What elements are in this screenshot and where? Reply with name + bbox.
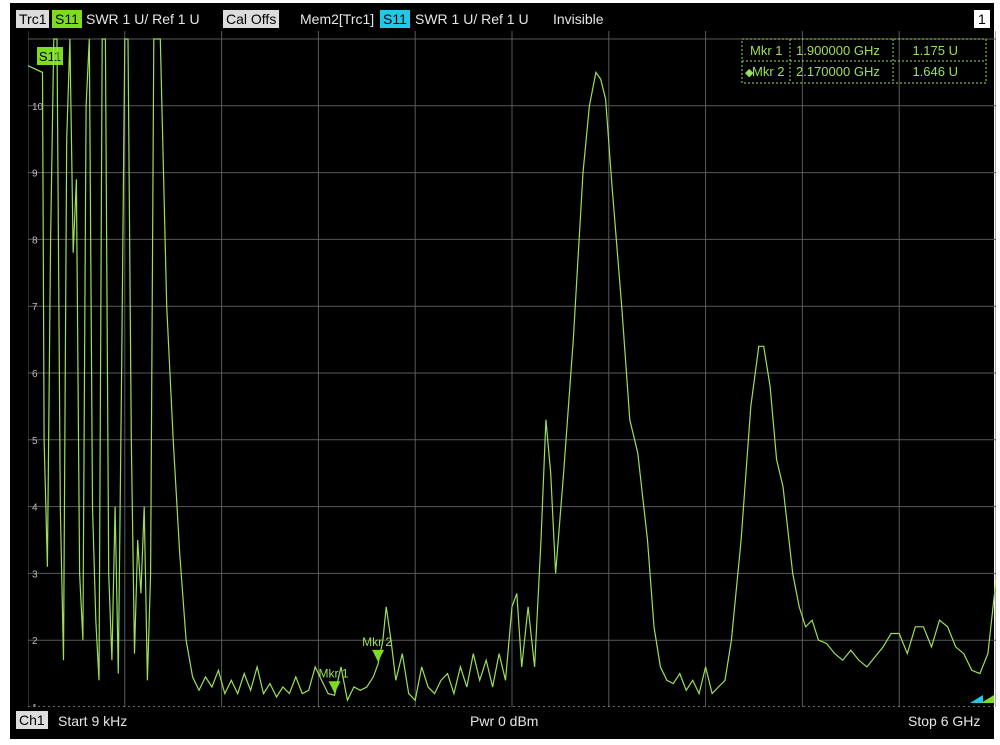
marker-info-freq: 1.900000 GHz xyxy=(796,43,880,58)
mem-label-text: Mem2[Trc1] xyxy=(300,11,375,27)
y-tick-label: 2 xyxy=(32,636,38,647)
marker-layer: Mkr 1 Mkr 2 xyxy=(319,635,392,694)
y-tick-label: 9 xyxy=(32,169,38,180)
y-tick-labels: 10 9 8 7 6 5 4 3 2 1 xyxy=(32,102,44,707)
trace-param-badge[interactable]: S11 xyxy=(52,10,82,28)
y-tick-label: 4 xyxy=(32,503,38,514)
marker-info-name: Mkr 1 xyxy=(750,43,783,58)
source-power[interactable]: Pwr 0 dBm xyxy=(470,711,538,731)
marker-info-name: Mkr 2 xyxy=(752,64,785,79)
channel-badge[interactable]: Ch1 xyxy=(16,711,48,729)
y-tick-label: 5 xyxy=(32,436,38,447)
y-tick-label: 3 xyxy=(32,569,38,580)
mem-status-text: Invisible xyxy=(553,11,604,27)
marker-label: Mkr 2 xyxy=(362,635,392,649)
y-tick-label: 8 xyxy=(32,235,38,246)
analyzer-window: Trc1 S11 SWR 1 U/ Ref 1 U Cal Offs Mem2[… xyxy=(10,3,996,739)
y-tick-label: 6 xyxy=(32,369,38,380)
marker-info-freq: 2.170000 GHz xyxy=(796,64,880,79)
screen: Trc1 S11 SWR 1 U/ Ref 1 U Cal Offs Mem2[… xyxy=(0,0,1000,745)
y-tick-label: 1 xyxy=(32,703,38,707)
mem-format-text: SWR 1 U/ Ref 1 U xyxy=(415,11,529,27)
stop-frequency[interactable]: Stop 6 GHz xyxy=(908,711,980,731)
marker-triangle-icon[interactable] xyxy=(372,649,385,662)
marker-info-value: 1.175 U xyxy=(912,43,958,58)
marker-label: Mkr 1 xyxy=(319,666,349,680)
trace-plot[interactable]: 10987654321 S11 Mkr 1Mkr 2 Mkr 1 1.90000… xyxy=(28,31,996,707)
cal-status-badge[interactable]: Cal Offs xyxy=(223,10,280,28)
marker-info-table: Mkr 1 1.900000 GHz 1.175 U ◆ Mkr 2 2.170… xyxy=(741,38,987,84)
mem-param-badge[interactable]: S11 xyxy=(380,10,410,28)
y-tick-label: 7 xyxy=(32,302,38,313)
start-frequency[interactable]: Start 9 kHz xyxy=(58,711,127,731)
trace-format-text: SWR 1 U/ Ref 1 U xyxy=(86,11,200,27)
window-number-badge[interactable]: 1 xyxy=(974,10,990,28)
marker-triangle-icon[interactable] xyxy=(328,681,341,694)
trace-label-badge[interactable]: Trc1 xyxy=(16,10,50,28)
marker-info-value: 1.646 U xyxy=(912,64,958,79)
y-tick-label: 10 xyxy=(32,102,44,113)
scroll-indicator-icon xyxy=(970,695,983,703)
